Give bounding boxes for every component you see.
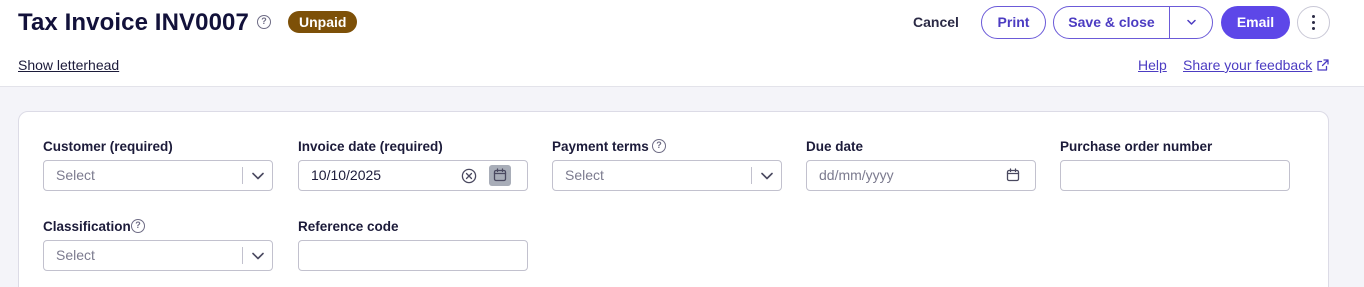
cancel-button[interactable]: Cancel (906, 7, 966, 37)
payment-terms-label: Payment terms (552, 139, 649, 154)
calendar-icon (493, 168, 507, 182)
classification-placeholder: Select (56, 247, 95, 263)
more-options-button[interactable] (1297, 6, 1330, 39)
save-options-button[interactable] (1170, 7, 1213, 38)
calendar-icon[interactable] (1006, 168, 1020, 182)
help-circle-icon[interactable]: ? (131, 219, 145, 233)
chevron-down-icon (1187, 19, 1196, 25)
invoice-date-label: Invoice date (required) (298, 139, 443, 154)
reference-code-label: Reference code (298, 219, 399, 234)
purchase-order-label: Purchase order number (1060, 139, 1213, 154)
share-feedback-link[interactable]: Share your feedback (1183, 57, 1312, 73)
help-link[interactable]: Help (1138, 57, 1167, 73)
help-circle-icon[interactable]: ? (257, 15, 271, 29)
select-divider (751, 167, 752, 184)
clear-circle-icon[interactable] (461, 168, 477, 184)
classification-label: Classification (43, 219, 131, 234)
due-date-field[interactable]: dd/mm/yyyy (806, 160, 1036, 191)
save-close-button[interactable]: Save & close (1054, 7, 1169, 38)
customer-label: Customer (required) (43, 139, 173, 154)
reference-code-input[interactable] (298, 240, 528, 271)
page-header: Tax Invoice INV0007 ? Unpaid Show letter… (0, 0, 1364, 87)
invoice-details-card: Customer (required) Select Invoice date … (18, 111, 1329, 287)
select-divider (242, 247, 243, 264)
due-date-placeholder: dd/mm/yyyy (819, 167, 894, 183)
chevron-down-icon (252, 252, 264, 260)
save-close-split-button: Save & close (1053, 6, 1213, 39)
payment-terms-placeholder: Select (565, 167, 604, 183)
calendar-button[interactable] (489, 165, 511, 186)
classification-select[interactable]: Select (43, 240, 273, 271)
customer-placeholder: Select (56, 167, 95, 183)
chevron-down-icon (761, 172, 773, 180)
customer-select[interactable]: Select (43, 160, 273, 191)
chevron-down-icon (252, 172, 264, 180)
invoice-date-value: 10/10/2025 (311, 167, 382, 183)
more-vertical-icon (1312, 15, 1315, 18)
payment-terms-select[interactable]: Select (552, 160, 782, 191)
print-button[interactable]: Print (981, 6, 1046, 39)
external-link-icon (1317, 59, 1329, 71)
status-badge: Unpaid (288, 11, 358, 33)
select-divider (242, 167, 243, 184)
page-title: Tax Invoice INV0007 (18, 9, 249, 36)
purchase-order-input[interactable] (1060, 160, 1290, 191)
show-letterhead-link[interactable]: Show letterhead (18, 57, 119, 73)
help-circle-icon[interactable]: ? (652, 139, 666, 153)
invoice-date-field[interactable]: 10/10/2025 (298, 160, 528, 191)
due-date-label: Due date (806, 139, 864, 154)
email-button[interactable]: Email (1221, 6, 1290, 39)
